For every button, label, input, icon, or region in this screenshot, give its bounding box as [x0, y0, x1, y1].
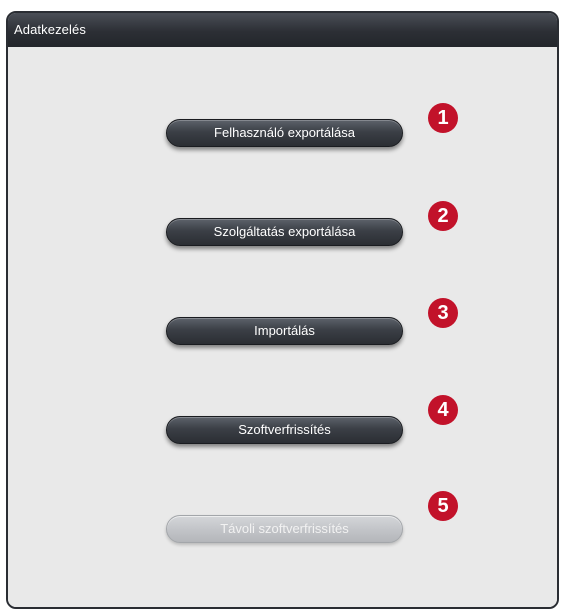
callout-marker-5: 5: [428, 491, 458, 521]
export-user-button[interactable]: Felhasználó exportálása: [166, 119, 403, 147]
callout-marker-4: 4: [428, 395, 458, 425]
remote-software-update-button[interactable]: Távoli szoftverfrissítés: [166, 515, 403, 543]
export-service-button[interactable]: Szolgáltatás exportálása: [166, 218, 403, 246]
callout-marker-1: 1: [428, 103, 458, 133]
software-update-button[interactable]: Szoftverfrissítés: [166, 416, 403, 444]
callout-marker-2: 2: [428, 201, 458, 231]
callout-marker-3: 3: [428, 298, 458, 328]
window-titlebar: Adatkezelés: [8, 13, 557, 48]
window-title: Adatkezelés: [14, 22, 86, 37]
import-button[interactable]: Importálás: [166, 317, 403, 345]
